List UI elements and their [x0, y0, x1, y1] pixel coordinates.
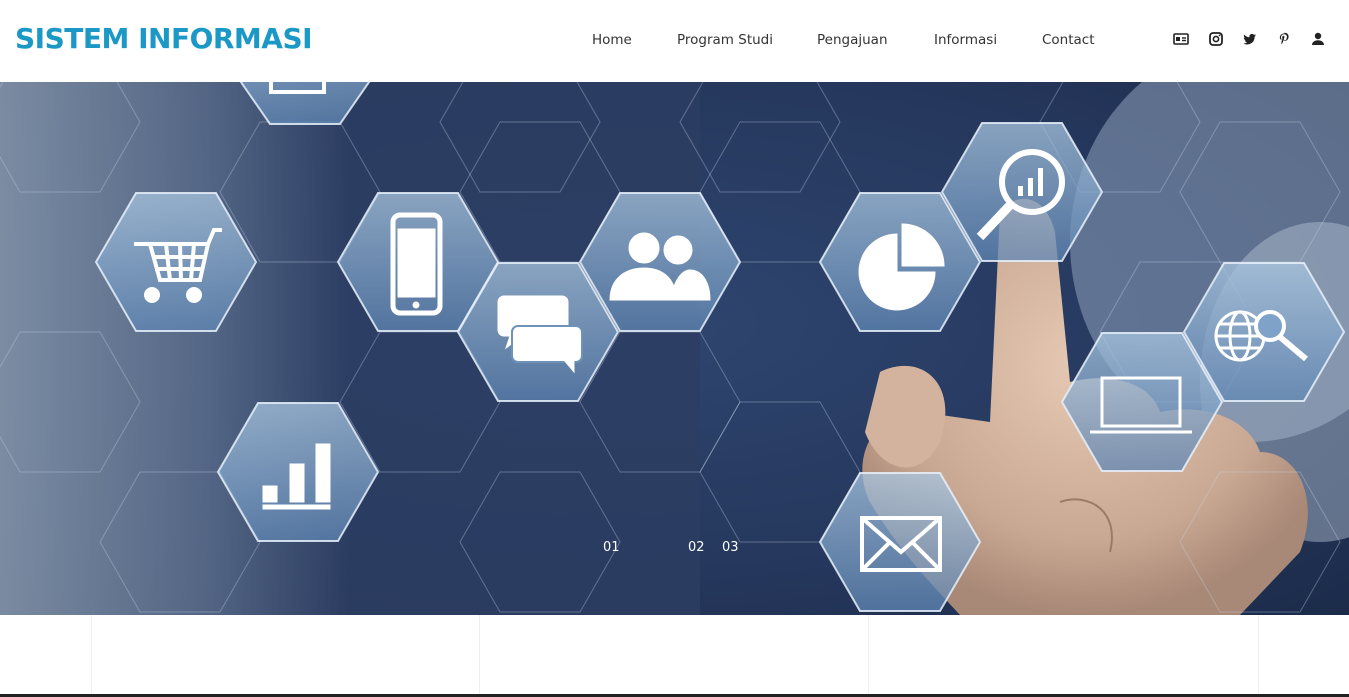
twitter-icon[interactable] — [1242, 31, 1262, 51]
nav-item-home[interactable]: Home — [592, 32, 632, 48]
nav-item-pengajuan[interactable]: Pengajuan — [817, 32, 888, 48]
column-divider — [479, 615, 480, 695]
slide-dot-2[interactable]: 02 — [688, 540, 705, 555]
slide-dot-3[interactable]: 03 — [722, 540, 739, 555]
column-divider — [91, 615, 92, 695]
nav-item-contact[interactable]: Contact — [1042, 32, 1095, 48]
slide-dot-1[interactable]: 01 — [603, 540, 620, 555]
user-icon[interactable] — [1310, 31, 1330, 51]
nav-item-program-studi[interactable]: Program Studi — [677, 32, 773, 48]
hero-background-image — [0, 82, 1349, 615]
id-card-icon[interactable] — [1173, 31, 1193, 51]
features-section — [0, 615, 1349, 697]
hero-slider — [0, 82, 1349, 615]
nav-item-informasi[interactable]: Informasi — [934, 32, 997, 48]
pinterest-icon[interactable] — [1276, 31, 1296, 51]
column-divider — [868, 615, 869, 695]
site-header: SISTEM INFORMASI Home Program Studi Peng… — [0, 0, 1349, 82]
column-divider — [1258, 615, 1259, 695]
site-logo[interactable]: SISTEM INFORMASI — [15, 22, 313, 55]
instagram-icon[interactable] — [1208, 31, 1228, 51]
